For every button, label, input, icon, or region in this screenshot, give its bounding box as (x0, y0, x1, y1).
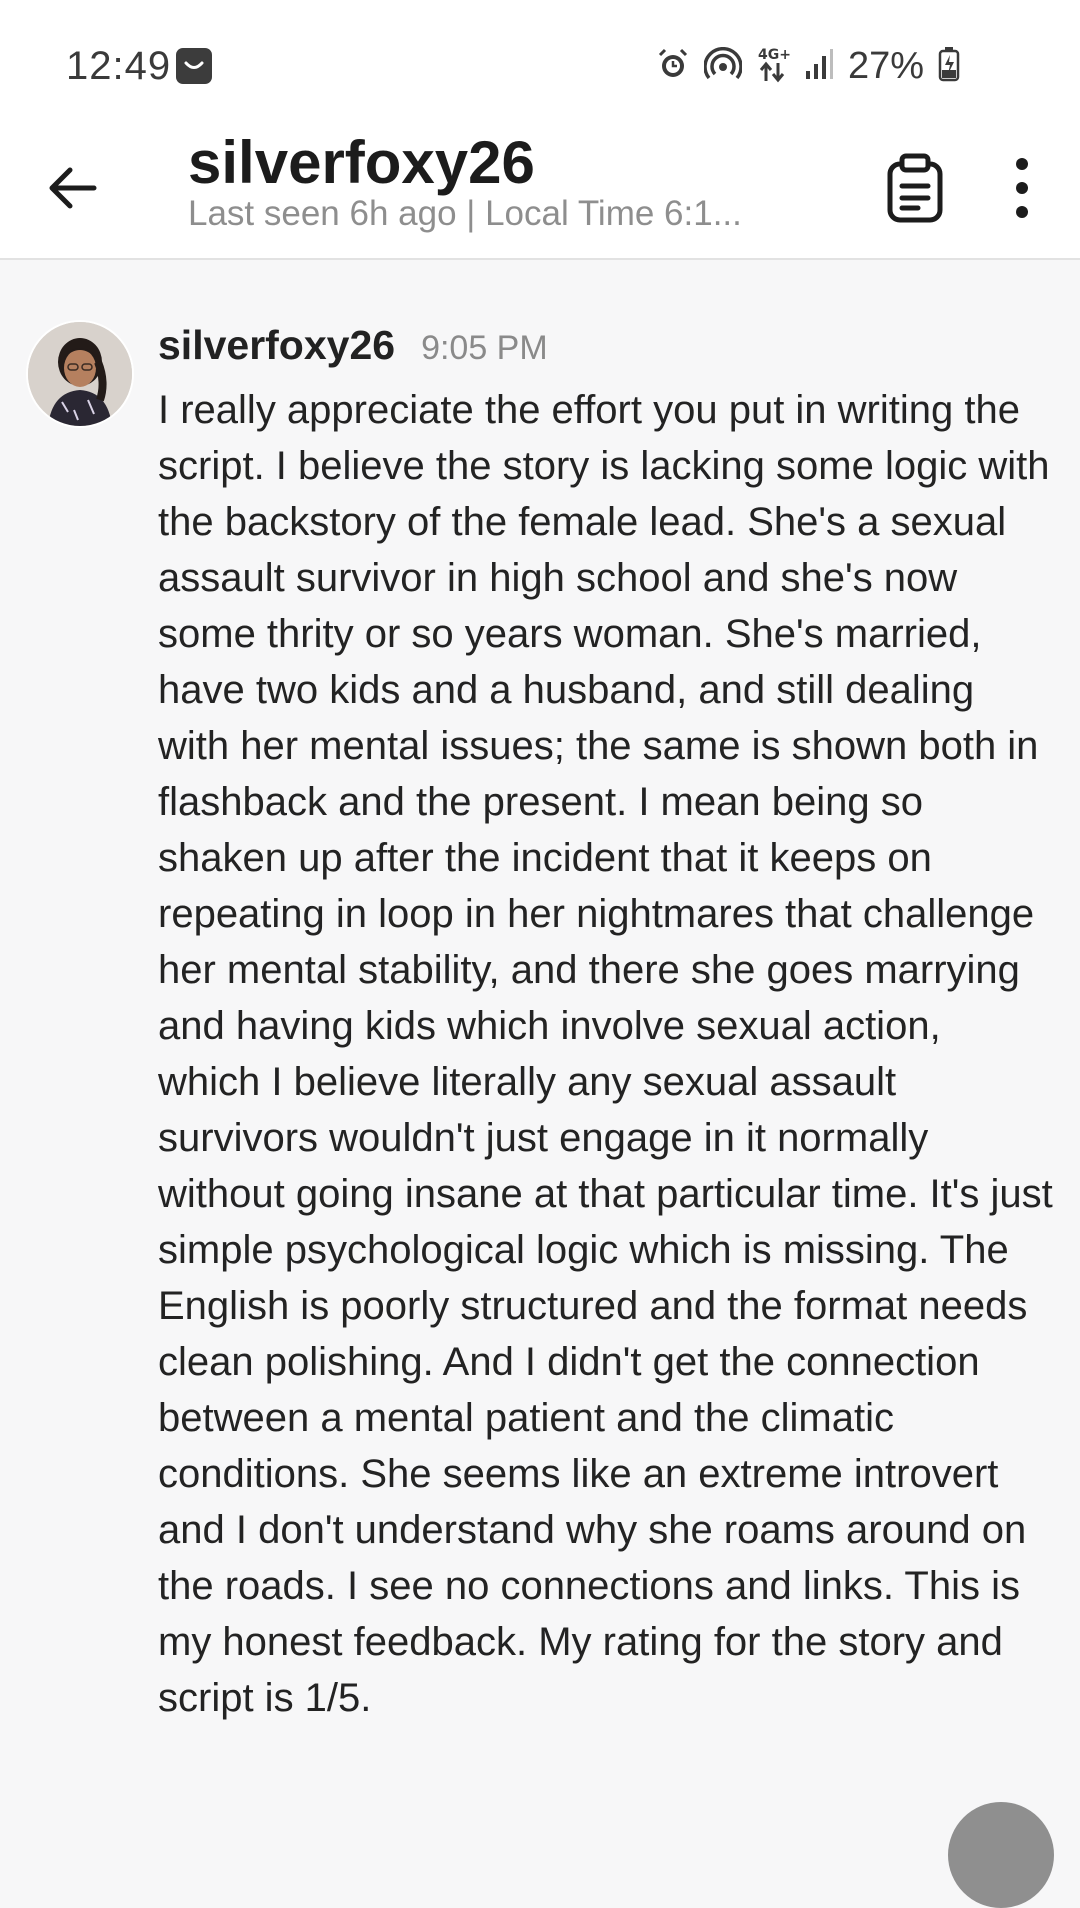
status-bar: 12:49 4G+ 27% (0, 0, 1080, 122)
message-header: silverfoxy26 9:05 PM (158, 322, 548, 369)
status-time: 12:49 (66, 44, 172, 88)
back-arrow-icon (49, 167, 97, 209)
scroll-to-bottom-button[interactable] (948, 1802, 1054, 1908)
more-vertical-icon (1016, 158, 1028, 218)
contact-status: Last seen 6h ago | Local Time 6:1... (188, 194, 742, 233)
back-button[interactable] (44, 156, 108, 220)
battery-charging-icon (938, 46, 960, 87)
clipboard-icon (887, 153, 943, 223)
network-4g-icon: 4G+ (756, 45, 791, 88)
avatar[interactable] (26, 320, 134, 428)
hotspot-icon (703, 46, 743, 86)
status-icons: 4G+ 27% (656, 44, 960, 88)
more-options-button[interactable] (1000, 154, 1044, 224)
svg-text:4G+: 4G+ (758, 47, 790, 63)
contact-name[interactable]: silverfoxy26 (188, 128, 535, 197)
chat-header: silverfoxy26 Last seen 6h ago | Local Ti… (0, 122, 1080, 260)
message-time: 9:05 PM (421, 329, 548, 367)
message-sender[interactable]: silverfoxy26 (158, 322, 395, 369)
message-notification-icon (176, 48, 212, 84)
battery-percentage: 27% (847, 44, 924, 87)
notes-button[interactable] (882, 152, 948, 226)
signal-icon (804, 47, 834, 86)
message-text: I really appreciate the effort you put i… (158, 388, 1053, 1720)
alarm-icon (656, 47, 690, 86)
